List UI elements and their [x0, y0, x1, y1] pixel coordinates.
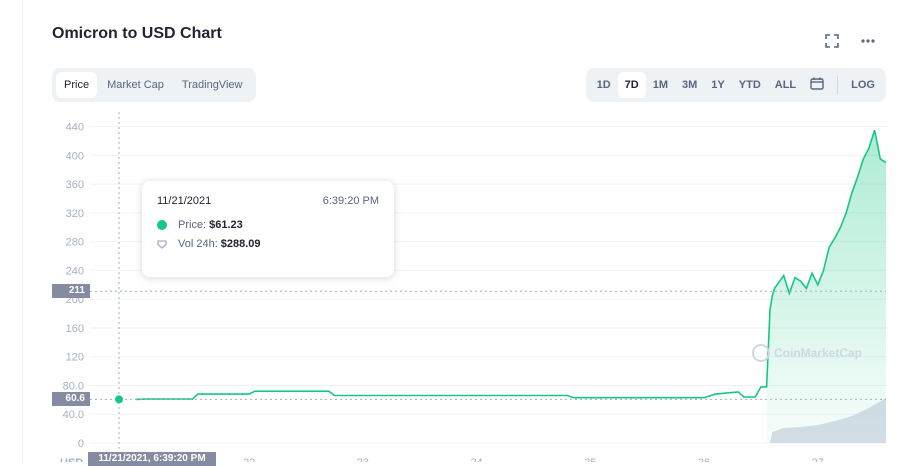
volume-shield-icon [157, 239, 167, 249]
tooltip-price-label: Price: [178, 219, 207, 231]
x-tick-label: 26 [698, 457, 710, 462]
crosshair-price-tag: 60.6 [52, 392, 90, 407]
y-tick-label: 240 [66, 265, 84, 277]
tooltip-time: 6:39:20 PM [322, 195, 379, 207]
y-tick-label: 0 [78, 438, 84, 450]
tooltip-vol-label: Vol 24h: [178, 238, 218, 250]
y-axis-label: USD [60, 457, 83, 462]
y-tick-label: 320 [66, 208, 84, 220]
tooltip-date: 11/21/2021 [157, 195, 212, 207]
y-tick-label: 440 [66, 122, 84, 134]
y-tick-label: 120 [66, 352, 84, 364]
y-tick-label: 400 [66, 150, 84, 162]
y-tick-label: 80.0 [63, 380, 84, 392]
tooltip: 11/21/2021 6:39:20 PM Price: $61.23 Vol … [142, 181, 394, 277]
current-price-tag: 211 [52, 284, 90, 299]
watermark-text: CoinMarketCap [774, 346, 863, 360]
tooltip-price-value: $61.23 [209, 219, 243, 231]
y-tick-label: 360 [66, 179, 84, 191]
price-area [766, 130, 886, 443]
y-tick-label: 40.0 [63, 409, 84, 421]
x-tick-label: 25 [584, 457, 596, 462]
crosshair-date-tag: 11/21/2021, 6:39:20 PM [88, 452, 216, 466]
crosshair-point [115, 395, 123, 404]
y-tick-label: 160 [66, 323, 84, 335]
watermark: CoinMarketCap [752, 344, 862, 362]
x-tick-label: 23 [357, 457, 369, 462]
tooltip-vol-value: $288.09 [220, 238, 261, 250]
price-chart[interactable]: 040.080.0120160200240280320360400440USD2… [0, 0, 905, 462]
x-tick-label: 24 [471, 457, 483, 462]
x-tick-label: 22 [243, 457, 255, 462]
coinmarketcap-logo-icon [752, 344, 770, 362]
y-tick-label: 280 [66, 237, 84, 249]
price-dot-icon [157, 220, 167, 230]
x-tick-label: 27 [812, 457, 824, 462]
